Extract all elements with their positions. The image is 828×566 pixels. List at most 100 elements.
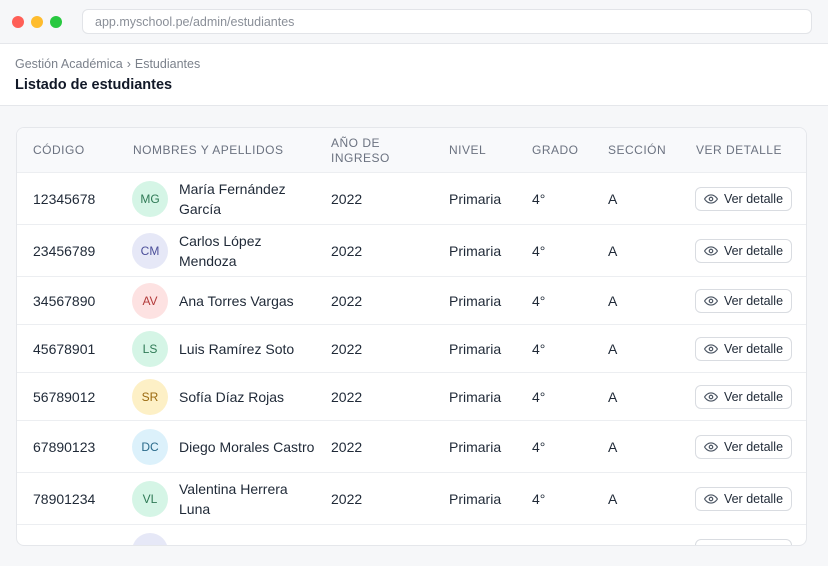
table-row: 56789012 SR Sofía Díaz Rojas 2022 Primaria 4°… (17, 373, 806, 421)
address-bar[interactable]: app.myschool.pe/admin/estudiantes (82, 9, 812, 34)
breadcrumb-separator: › (126, 57, 131, 71)
view-detail-label: Ver detalle (723, 191, 784, 206)
eye-icon (703, 342, 718, 356)
admission-year: 2022 (331, 242, 363, 259)
student-grade: 4° (532, 388, 546, 405)
student-name: Luis Ramírez Soto (179, 340, 295, 357)
student-code: 23456789 (33, 242, 96, 259)
avatar: SR (132, 378, 168, 415)
breadcrumb: Gestión Académica › Estudiantes (15, 57, 813, 71)
admission-year: 2022 (331, 388, 363, 405)
view-detail-button[interactable]: Ver detalle (695, 186, 792, 211)
avatar: LS (132, 330, 168, 367)
avatar: AV (132, 282, 168, 319)
student-code: 45678901 (33, 340, 96, 357)
avatar-cell: MG (132, 173, 168, 224)
student-grade: 4° (532, 438, 546, 455)
avatar-cell: AV (132, 277, 168, 324)
student-section: A (608, 340, 618, 357)
student-name: Ana Torres Vargas (179, 292, 294, 309)
student-level: Primaria (449, 292, 502, 309)
student-grade: 4° (532, 340, 546, 357)
column-header-grado: GRADO (532, 143, 579, 157)
column-header-codigo: CÓDIGO (33, 143, 85, 157)
view-detail-button[interactable]: Ver detalle (695, 384, 792, 409)
student-code: 34567890 (33, 292, 96, 309)
student-name: Carlos López Mendoza (179, 232, 262, 269)
eye-icon (703, 192, 718, 206)
student-section: A (608, 438, 618, 455)
admission-year: 2022 (331, 438, 363, 455)
view-detail-button[interactable]: Ver detalle (695, 538, 792, 546)
breadcrumb-item-estudiantes[interactable]: Estudiantes (135, 57, 200, 71)
view-detail-button[interactable]: Ver detalle (695, 336, 792, 361)
avatar: MR (132, 532, 168, 545)
avatar: DC (132, 428, 168, 465)
admission-year: 2022 (331, 292, 363, 309)
eye-icon (703, 440, 718, 454)
page-title: Listado de estudiantes (15, 77, 173, 93)
student-level: Primaria (449, 490, 502, 507)
table-header: CÓDIGO NOMBRES Y APELLIDOS AÑO DE INGRES… (17, 128, 806, 173)
student-code: 67890123 (33, 438, 96, 455)
student-name: Mateo Silva Reyes (179, 525, 319, 546)
avatar: VL (132, 480, 168, 517)
minimize-window-button[interactable] (31, 15, 43, 28)
student-grade: 4° (532, 292, 546, 309)
student-level: Primaria (449, 340, 502, 357)
close-window-button[interactable] (12, 15, 24, 28)
maximize-window-button[interactable] (50, 15, 62, 28)
avatar: MG (132, 180, 168, 217)
avatar-cell: VL (132, 473, 168, 524)
student-level: Primaria (449, 242, 502, 259)
student-name: Valentina Herrera Luna (179, 480, 288, 517)
view-detail-button[interactable]: Ver detalle (695, 238, 792, 263)
avatar-cell: LS (132, 325, 168, 372)
breadcrumb-item-gestion[interactable]: Gestión Académica (15, 57, 123, 71)
column-header-ver-detalle: VER DETALLE (696, 143, 782, 157)
student-level: Primaria (449, 388, 502, 405)
avatar-cell: DC (132, 421, 168, 472)
view-detail-label: Ver detalle (723, 293, 784, 308)
eye-icon (703, 244, 718, 258)
view-detail-label: Ver detalle (724, 544, 783, 546)
student-grade: 4° (532, 190, 546, 207)
student-level: Primaria (449, 438, 502, 455)
table-body: 12345678 MG María Fernández García 2022 Prim… (17, 173, 806, 546)
browser-window: app.myschool.pe/admin/estudiantes Gestió… (0, 0, 828, 566)
student-section: A (608, 525, 617, 546)
eye-icon (703, 294, 718, 308)
table-row: 12345678 MG María Fernández García 2022 Prim… (17, 173, 806, 225)
students-table: CÓDIGO NOMBRES Y APELLIDOS AÑO DE INGRES… (16, 127, 807, 546)
student-grade: 4° (532, 490, 546, 507)
admission-year: 2022 (331, 340, 363, 357)
view-detail-button[interactable]: Ver detalle (695, 486, 792, 511)
column-header-nivel: NIVEL (449, 143, 487, 157)
admission-year: 2022 (331, 525, 362, 546)
student-section: A (608, 190, 618, 207)
admission-year: 2022 (331, 190, 363, 207)
student-name: Sofía Díaz Rojas (179, 388, 285, 405)
table-row: 67890123 DC Diego Morales Castro 2022 Primar… (17, 421, 806, 473)
table-row: 34567890 AV Ana Torres Vargas 2022 Primaria 4… (17, 277, 806, 325)
student-name: María Fernández García (179, 180, 286, 217)
student-section: A (608, 490, 618, 507)
admission-year: 2022 (331, 490, 363, 507)
title-bar: app.myschool.pe/admin/estudiantes (0, 0, 828, 44)
student-code: 12345678 (33, 190, 96, 207)
column-header-anio-ingreso: AÑO DE INGRESO (331, 135, 390, 165)
student-name: Diego Morales Castro (179, 438, 315, 455)
page-header: Gestión Académica › Estudiantes Listado … (0, 44, 828, 106)
student-section: A (608, 292, 618, 309)
view-detail-label: Ver detalle (723, 389, 784, 404)
student-code: 78901234 (33, 490, 96, 507)
view-detail-button[interactable]: Ver detalle (695, 434, 792, 459)
avatar-cell: SR (132, 373, 168, 420)
view-detail-label: Ver detalle (723, 243, 784, 258)
view-detail-label: Ver detalle (723, 439, 784, 454)
avatar: CM (132, 232, 168, 269)
table-row: 23456789 CM Carlos López Mendoza 2022 Primar… (17, 225, 806, 277)
avatar-cell: MR (132, 525, 168, 545)
view-detail-button[interactable]: Ver detalle (695, 288, 792, 313)
table-row: 78901234 VL Valentina Herrera Luna 2022 Prim… (17, 473, 806, 525)
